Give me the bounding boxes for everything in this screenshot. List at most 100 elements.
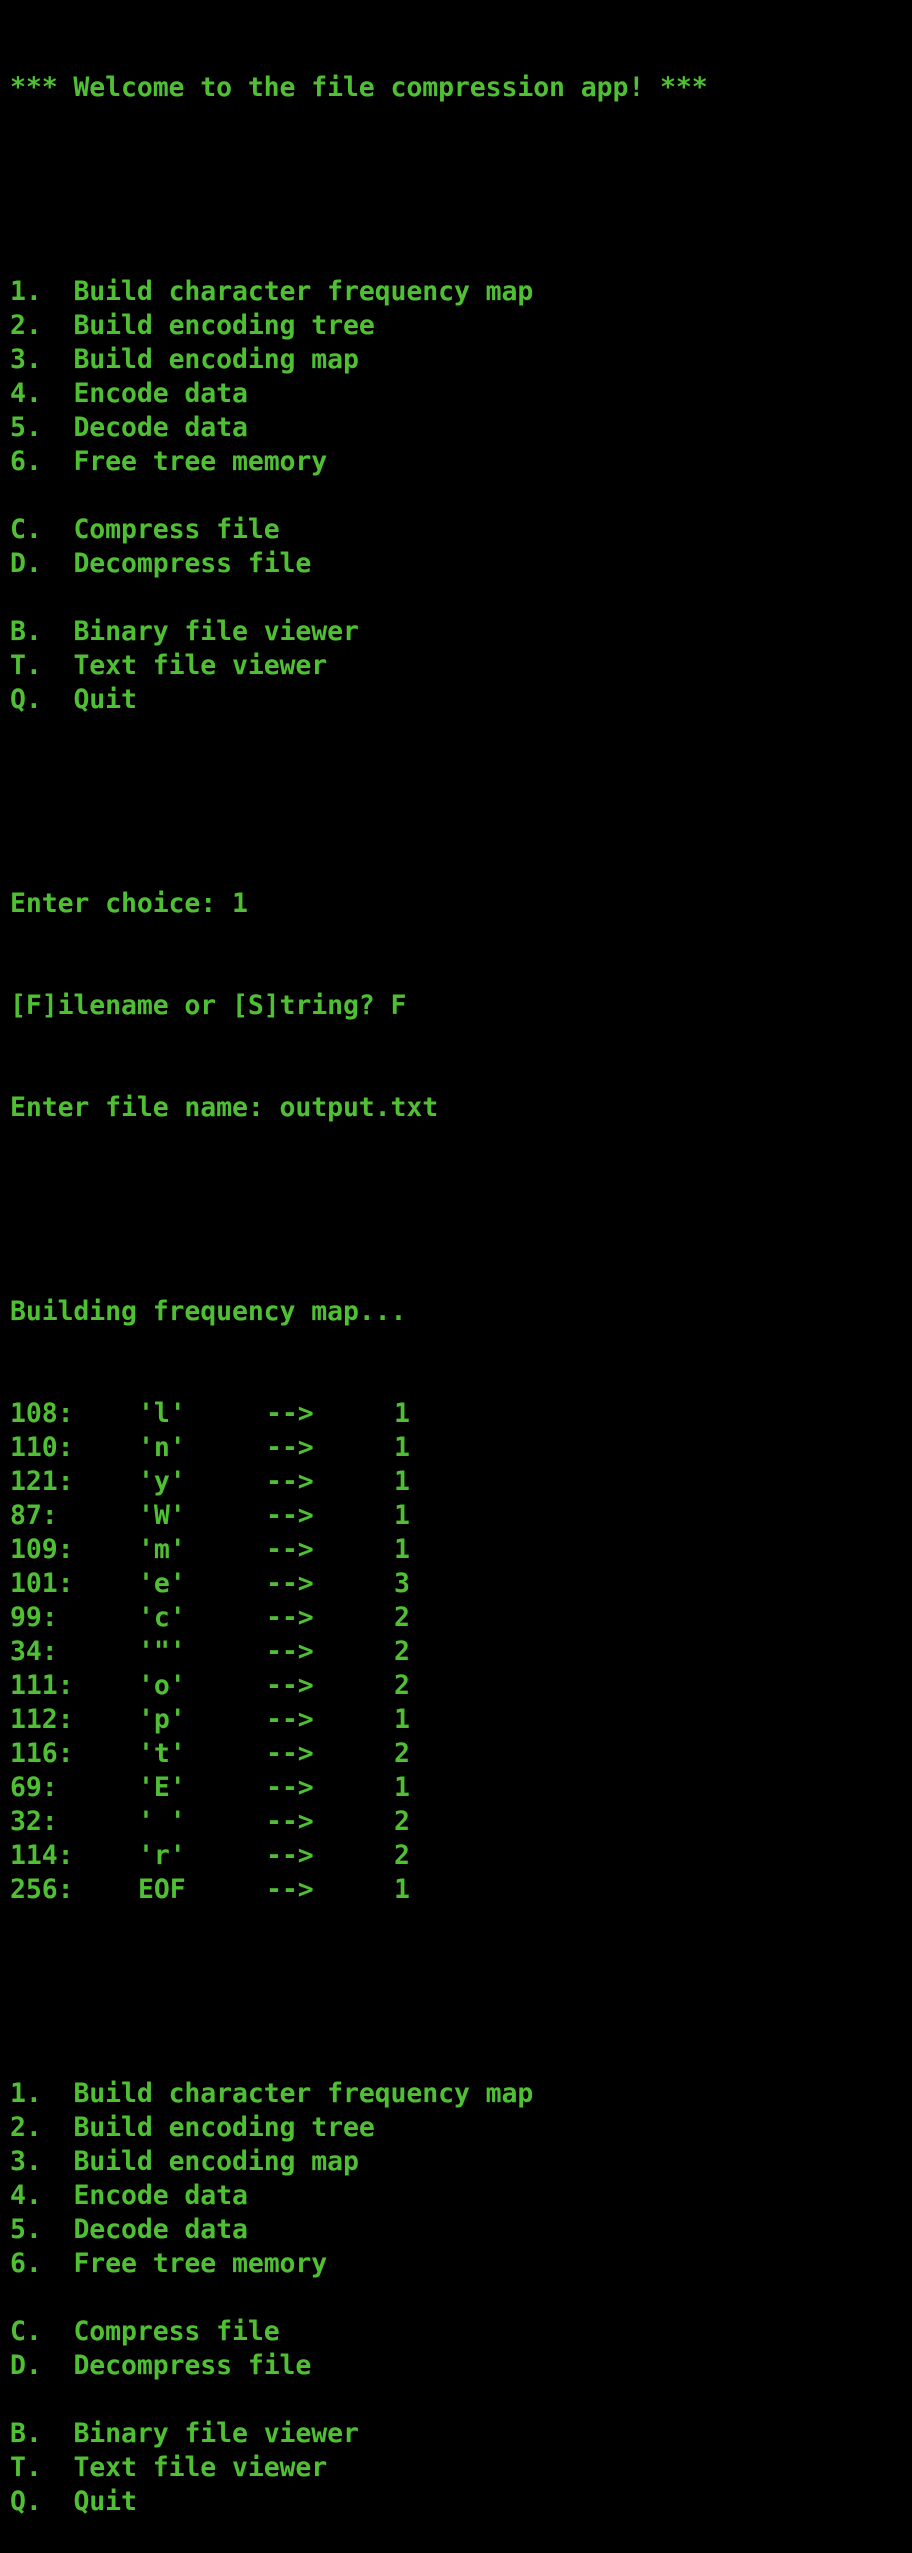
menu-item-label: Build encoding map bbox=[73, 2146, 359, 2177]
choice-prompt: Enter choice: 1 bbox=[10, 888, 248, 919]
menu-item-label: Text file viewer bbox=[73, 650, 328, 681]
menu-item-key: 4. bbox=[10, 378, 42, 409]
menu-item-key: Q. bbox=[10, 2486, 42, 2517]
char-count: 1 bbox=[394, 1704, 410, 1735]
arrow: --> bbox=[266, 1466, 314, 1497]
menu-item: D. Decompress file bbox=[10, 547, 906, 581]
menu-item-key: Q. bbox=[10, 684, 42, 715]
menu-item-label: Quit bbox=[73, 684, 137, 715]
char-literal: 'e' bbox=[138, 1568, 186, 1599]
menu-item-label: Decode data bbox=[73, 412, 248, 443]
arrow: --> bbox=[266, 1840, 314, 1871]
frequency-row: 69: 'E' --> 1 bbox=[10, 1771, 906, 1805]
char-code: 109: bbox=[10, 1534, 74, 1565]
terminal-window[interactable]: *** Welcome to the file compression app!… bbox=[10, 3, 906, 2553]
menu-item: 1. Build character frequency map bbox=[10, 2077, 906, 2111]
frequency-row: 256: EOF --> 1 bbox=[10, 1873, 906, 1907]
menu-item: T. Text file viewer bbox=[10, 649, 906, 683]
char-code: 116: bbox=[10, 1738, 74, 1769]
menu-item-key: T. bbox=[10, 650, 42, 681]
menu-item-label: Build character frequency map bbox=[73, 2078, 534, 2109]
menu-item-label: Binary file viewer bbox=[73, 616, 359, 647]
frequency-row: 108: 'l' --> 1 bbox=[10, 1397, 906, 1431]
menu-item-key: 5. bbox=[10, 412, 42, 443]
frequency-row: 121: 'y' --> 1 bbox=[10, 1465, 906, 1499]
char-count: 2 bbox=[394, 1670, 410, 1701]
menu-item-key: D. bbox=[10, 548, 42, 579]
char-literal: 'p' bbox=[138, 1704, 186, 1735]
char-count: 1 bbox=[394, 1874, 410, 1905]
menu-item-label: Quit bbox=[73, 2486, 137, 2517]
menu-item-label: Text file viewer bbox=[73, 2452, 328, 2483]
building-status: Building frequency map... bbox=[10, 1296, 407, 1327]
char-code: 112: bbox=[10, 1704, 74, 1735]
char-count: 1 bbox=[394, 1432, 410, 1463]
char-count: 2 bbox=[394, 1840, 410, 1871]
char-code: 256: bbox=[10, 1874, 74, 1905]
frequency-row: 32: ' ' --> 2 bbox=[10, 1805, 906, 1839]
menu-item: 5. Decode data bbox=[10, 411, 906, 445]
char-code: 87: bbox=[10, 1500, 58, 1531]
menu-item: 6. Free tree memory bbox=[10, 2247, 906, 2281]
frequency-row: 87: 'W' --> 1 bbox=[10, 1499, 906, 1533]
char-literal: EOF bbox=[138, 1874, 186, 1905]
char-count: 2 bbox=[394, 1636, 410, 1667]
menu-item-key: 5. bbox=[10, 2214, 42, 2245]
menu-item-key: T. bbox=[10, 2452, 42, 2483]
arrow: --> bbox=[266, 1704, 314, 1735]
frequency-row: 116: 't' --> 2 bbox=[10, 1737, 906, 1771]
menu-item-label: Decompress file bbox=[73, 2350, 312, 2381]
char-code: 69: bbox=[10, 1772, 58, 1803]
arrow: --> bbox=[266, 1534, 314, 1565]
menu-item-label: Encode data bbox=[73, 378, 248, 409]
menu-item-key: 1. bbox=[10, 276, 42, 307]
menu-item: 3. Build encoding map bbox=[10, 2145, 906, 2179]
arrow: --> bbox=[266, 1500, 314, 1531]
char-literal: 'r' bbox=[138, 1840, 186, 1871]
menu-item-key: 6. bbox=[10, 2248, 42, 2279]
menu-item: 4. Encode data bbox=[10, 377, 906, 411]
frequency-map-table: 108: 'l' --> 1 110: 'n' --> 1 121: 'y' --> 1 87: 'W' -… bbox=[10, 1397, 906, 1907]
char-literal: 'E' bbox=[138, 1772, 186, 1803]
menu-item-label: Decompress file bbox=[73, 548, 312, 579]
char-literal: 'y' bbox=[138, 1466, 186, 1497]
char-literal: 'o' bbox=[138, 1670, 186, 1701]
char-count: 1 bbox=[394, 1398, 410, 1429]
menu-item: C. Compress file bbox=[10, 2315, 906, 2349]
arrow: --> bbox=[266, 1602, 314, 1633]
char-literal: 'c' bbox=[138, 1602, 186, 1633]
menu-item: 4. Encode data bbox=[10, 2179, 906, 2213]
arrow: --> bbox=[266, 1772, 314, 1803]
menu-item-key: 2. bbox=[10, 310, 42, 341]
char-count: 3 bbox=[394, 1568, 410, 1599]
menu-item-key: 6. bbox=[10, 446, 42, 477]
char-count: 1 bbox=[394, 1534, 410, 1565]
char-count: 2 bbox=[394, 1806, 410, 1837]
menu-item-label: Free tree memory bbox=[73, 446, 328, 477]
source-prompt: [F]ilename or [S]tring? F bbox=[10, 990, 407, 1021]
char-count: 1 bbox=[394, 1466, 410, 1497]
frequency-row: 112: 'p' --> 1 bbox=[10, 1703, 906, 1737]
arrow: --> bbox=[266, 1670, 314, 1701]
char-count: 1 bbox=[394, 1500, 410, 1531]
frequency-row: 111: 'o' --> 2 bbox=[10, 1669, 906, 1703]
char-count: 2 bbox=[394, 1602, 410, 1633]
char-code: 114: bbox=[10, 1840, 74, 1871]
menu-item-label: Build character frequency map bbox=[73, 276, 534, 307]
menu-item-key: 4. bbox=[10, 2180, 42, 2211]
arrow: --> bbox=[266, 1432, 314, 1463]
char-code: 121: bbox=[10, 1466, 74, 1497]
char-code: 32: bbox=[10, 1806, 58, 1837]
char-count: 1 bbox=[394, 1772, 410, 1803]
arrow: --> bbox=[266, 1568, 314, 1599]
char-literal: 'm' bbox=[138, 1534, 186, 1565]
arrow: --> bbox=[266, 1738, 314, 1769]
menu-item-key: 2. bbox=[10, 2112, 42, 2143]
menu-item: 5. Decode data bbox=[10, 2213, 906, 2247]
